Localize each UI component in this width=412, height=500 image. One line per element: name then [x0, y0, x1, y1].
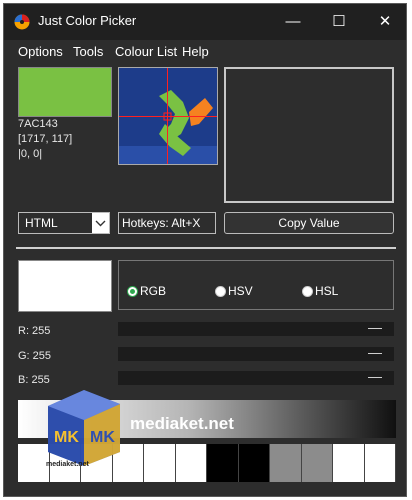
radio-hsl-indicator [302, 286, 313, 297]
mixer-color-swatch [18, 260, 112, 312]
current-color-swatch [18, 67, 112, 117]
minimize-button[interactable]: — [270, 4, 316, 40]
hotkeys-text: Hotkeys: Alt+X [122, 216, 201, 230]
cursor-offset: |0, 0| [18, 148, 43, 160]
app-window: Just Color Picker — ☐ ✕ Options Tools Co… [3, 3, 407, 497]
menu-help[interactable]: Help [182, 44, 209, 59]
blue-slider-thumb[interactable] [368, 377, 382, 378]
cursor-position: [1717, 117] [18, 133, 73, 145]
red-slider-thumb[interactable] [368, 328, 382, 329]
red-channel-label: R: 255 [18, 325, 51, 337]
format-select-value: HTML [25, 216, 58, 230]
menu-bar: Options Tools Colour List Help [4, 40, 406, 62]
section-divider [16, 247, 396, 249]
menu-colour-list[interactable]: Colour List [115, 44, 177, 59]
maximize-button[interactable]: ☐ [316, 4, 362, 40]
window-title: Just Color Picker [38, 13, 137, 28]
chevron-down-icon [92, 213, 109, 233]
watermark-text: mediaket.net [130, 414, 234, 433]
radio-hsv-label: HSV [228, 284, 253, 298]
green-slider-thumb[interactable] [368, 353, 382, 354]
magnifier-view [118, 67, 218, 165]
radio-hsv-indicator [215, 286, 226, 297]
app-icon [14, 14, 30, 30]
menu-tools[interactable]: Tools [73, 44, 103, 59]
copy-value-button[interactable]: Copy Value [224, 212, 394, 234]
red-slider[interactable] [118, 322, 394, 336]
color-preview-panel [224, 67, 394, 203]
format-select[interactable]: HTML [18, 212, 110, 234]
close-button[interactable]: ✕ [362, 4, 406, 40]
hotkeys-field[interactable]: Hotkeys: Alt+X [118, 212, 216, 234]
green-slider[interactable] [118, 347, 394, 361]
menu-options[interactable]: Options [18, 44, 63, 59]
title-bar: Just Color Picker — ☐ ✕ [4, 4, 406, 40]
green-channel-label: G: 255 [18, 350, 52, 362]
color-hex-value: 7AC143 [18, 118, 58, 130]
svg-text:mediaket.net: mediaket.net [46, 461, 89, 468]
svg-text:MK: MK [54, 429, 79, 446]
radio-rgb-indicator [127, 286, 138, 297]
svg-text:MK: MK [90, 429, 115, 446]
radio-hsl-label: HSL [315, 284, 339, 298]
radio-rgb-label: RGB [140, 284, 167, 298]
